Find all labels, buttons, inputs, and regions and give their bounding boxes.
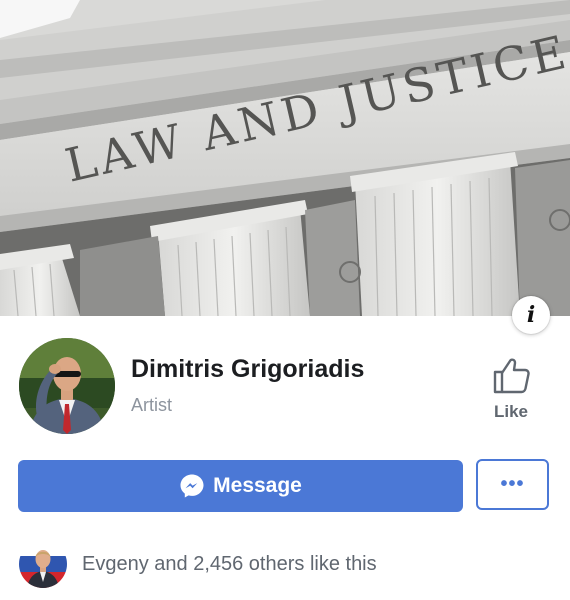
message-button[interactable]: Message xyxy=(18,460,463,512)
page-name[interactable]: Dimitris Grigoriadis xyxy=(131,355,364,384)
info-button[interactable]: i xyxy=(512,296,550,334)
thumbs-up-icon xyxy=(493,358,530,394)
profile-photo-image xyxy=(19,338,115,434)
more-dots-icon: ••• xyxy=(500,473,525,495)
likes-summary[interactable]: Evgeny and 2,456 others like this xyxy=(82,553,377,576)
friend-photo-image xyxy=(19,540,67,588)
cover-photo[interactable]: LAW AND JUSTICE xyxy=(0,0,570,316)
profile-avatar[interactable] xyxy=(19,338,115,434)
like-label: Like xyxy=(493,402,529,421)
message-button-label: Message xyxy=(213,474,302,497)
courthouse-facade-image: LAW AND JUSTICE xyxy=(0,0,570,316)
info-icon: i xyxy=(526,302,536,328)
friend-avatar[interactable] xyxy=(19,540,67,588)
more-options-button[interactable]: ••• xyxy=(476,459,549,510)
page-category: Artist xyxy=(131,395,173,415)
messenger-icon xyxy=(179,473,205,499)
like-button[interactable]: Like xyxy=(484,356,538,430)
